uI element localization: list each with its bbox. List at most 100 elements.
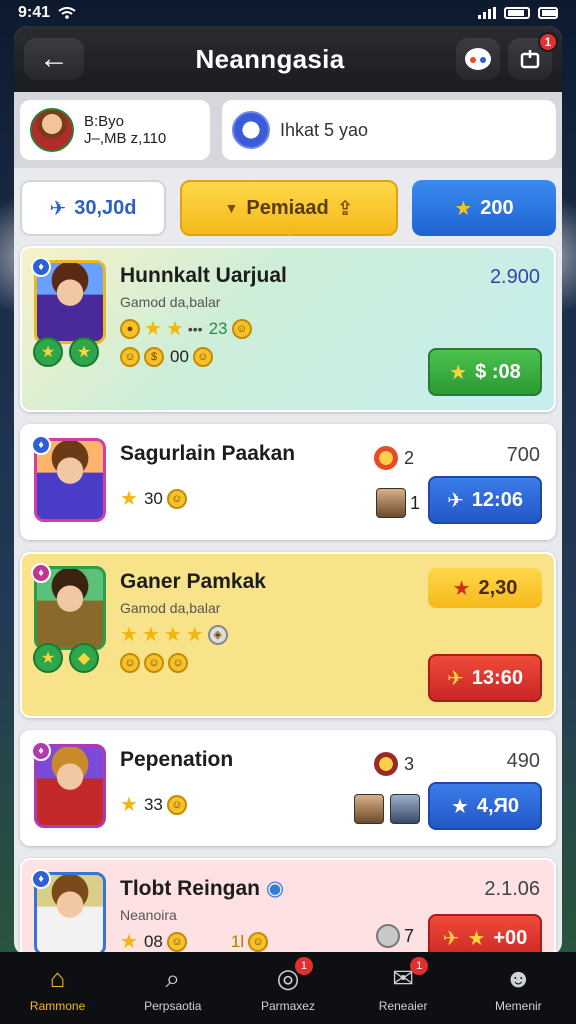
buy-button[interactable]: ✈ 12:06 [428, 476, 542, 524]
star-badge-icon: ★ [33, 337, 63, 367]
player-value: 2.900 [489, 266, 540, 288]
list-item[interactable]: ♦ Tlobt Reingan ◉ Neanoira ★ 08 ☺ 1l ☺ 2… [20, 858, 556, 956]
star-icon: ★ [120, 794, 138, 816]
filter-middle-label: Pemiaad [246, 196, 329, 219]
avatar [30, 108, 74, 152]
tab-badge: 1 [294, 957, 313, 975]
coin-icon: ☺ [144, 653, 164, 673]
buy-button[interactable]: ✈ ★ +00 [428, 914, 542, 956]
coin-number: 00 [170, 347, 189, 366]
smiley-coin-icon: ☺ [166, 794, 187, 815]
star-icon: ★ [141, 624, 160, 646]
tab-label: Perpsaotia [144, 999, 202, 1013]
player-value: 490 [506, 750, 540, 772]
position-badge-icon: ♦ [31, 869, 51, 889]
plane-icon: ✈ [447, 489, 464, 512]
home-icon: ⌂ [49, 963, 66, 993]
rating-number: 33 [143, 794, 163, 814]
globe-icon: ◉ [265, 877, 285, 900]
list-item[interactable]: ♦ ★ ★ Hunnkalt Uarjual Gamod da,balar ● … [20, 246, 556, 412]
team-name: Ihkat 5 yao [280, 119, 369, 140]
ball-button[interactable] [455, 38, 500, 80]
coin-number: 1l [230, 931, 245, 951]
buy-button[interactable]: ★ 4,Я0 [428, 782, 542, 830]
plane-icon: ✈ [447, 667, 464, 690]
position-badge-icon: ♦ [31, 563, 51, 583]
signal-icon [478, 7, 496, 19]
price-pill: ★ 2,30 [428, 568, 542, 608]
star-icon: ★ [120, 488, 138, 510]
page-title: Neanngasia [195, 43, 345, 74]
meta-number: 7 [403, 925, 414, 946]
wifi-icon [58, 7, 76, 19]
mini-card: 1 [375, 488, 420, 518]
smiley-coin-icon: ☺ [120, 653, 140, 673]
star-icon: ★ [163, 624, 182, 646]
coin-balance-chip[interactable]: ★ 200 [412, 180, 556, 236]
player-subtitle: Gamod da,balar [120, 294, 221, 310]
buy-button[interactable]: ✈ 13:60 [428, 654, 542, 702]
meta-number: 2 [403, 447, 414, 468]
buy-button-label: 4,Я0 [476, 794, 520, 817]
tab-label: Rammone [29, 999, 86, 1013]
top-bar: ← Neanngasia 1 [14, 26, 562, 92]
profile-card[interactable]: B:Byo J–,MB z,110 [20, 100, 210, 160]
smiley-coin-icon: ☺ [231, 318, 252, 339]
tab-search[interactable]: ⌕ Perpsaotia [128, 963, 218, 1013]
arrow-left-icon: ← [39, 42, 69, 75]
list-item[interactable]: ♦ Sagurlain Paakan ★ 30 ☺ 2 700 1 ✈ 12:0… [20, 424, 556, 540]
tab-home[interactable]: ⌂ Rammone [13, 963, 103, 1013]
back-button[interactable]: ← [24, 38, 84, 80]
star-icon: ★ [449, 361, 468, 384]
user-icon: ☻ [504, 963, 533, 993]
filter-chip-left[interactable]: ✈ 30,J0d [20, 180, 166, 236]
player-portrait: ♦ [31, 869, 106, 956]
mini-count: 1 [409, 492, 420, 513]
player-value: 700 [506, 444, 540, 466]
profile-line-2: J–,MB z,110 [84, 130, 167, 147]
plane-icon: ✈ [442, 927, 460, 950]
star-icon: ★ [454, 197, 473, 220]
list-item[interactable]: ♦ Pepenation ★ 33 ☺ 3 490 ★ 4,Я0 [20, 730, 556, 846]
star-icon: ★ [452, 577, 471, 600]
share-button[interactable]: 1 [507, 32, 558, 80]
tab-camera[interactable]: ◎ 1 Parmaxez [243, 957, 333, 1013]
coin-icon: $ [144, 347, 164, 367]
mini-portrait [354, 794, 384, 824]
info-row: B:Byo J–,MB z,110 Ihkat 5 yao [14, 92, 562, 168]
team-badge-icon [232, 111, 270, 149]
mini-portrait [375, 488, 406, 518]
team-card[interactable]: Ihkat 5 yao [222, 100, 556, 160]
status-bar: 9:41 [0, 0, 576, 26]
tab-chat[interactable]: ✉ 1 Reneaier [358, 957, 448, 1013]
rating-number: 30 [143, 488, 163, 508]
meta-indicator: 2 [373, 446, 414, 470]
buy-button[interactable]: ★ $ :08 [428, 348, 542, 396]
player-value: 2.1.06 [484, 878, 540, 900]
tab-badge: 1 [410, 957, 429, 975]
list-item[interactable]: ♦ ★ ◆ Ganer Pamkak Gamod da,balar ★ ★ ★ … [20, 552, 556, 718]
rating-row: ★ ★ ★ ★ ◈ [120, 622, 542, 647]
player-name: Sagurlain Paakan [120, 442, 296, 465]
smiley-coin-icon: ☺ [248, 931, 269, 952]
filter-left-label: 30,J0d [74, 196, 137, 219]
buy-button-label: +00 [493, 926, 528, 949]
star-badge-icon: ★ [69, 337, 99, 367]
position-badge-icon: ♦ [31, 435, 51, 455]
search-icon: ⌕ [165, 963, 181, 993]
star-icon: ★ [120, 624, 138, 646]
buy-button-label: 13:60 [471, 666, 523, 689]
tab-profile[interactable]: ☻ Memenir [473, 963, 563, 1013]
star-icon: ★ [467, 927, 486, 950]
star-icon: ★ [165, 318, 184, 340]
player-portrait: ♦ [31, 741, 106, 828]
position-badge-icon: ♦ [31, 741, 51, 761]
bottom-tab-bar: ⌂ Rammone ⌕ Perpsaotia ◎ 1 Parmaxez ✉ 1 … [0, 952, 576, 1024]
tab-label: Memenir [495, 999, 542, 1013]
silver-coin-icon [375, 924, 400, 948]
player-name: Pepenation [120, 748, 234, 771]
fire-badge-icon [373, 446, 398, 470]
filter-dropdown[interactable]: ▼ Pemiaad ⇪ [180, 180, 398, 236]
club-badge-icon: ◆ [69, 643, 99, 673]
buy-button-label: 12:06 [471, 488, 523, 511]
